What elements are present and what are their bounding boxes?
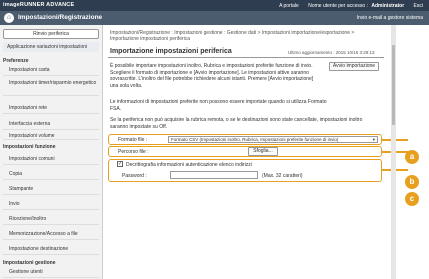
main-scrollbar[interactable] — [391, 25, 396, 279]
sidebar-item-destination[interactable]: Impostazione destinazione — [3, 244, 99, 255]
decrypt-checkbox[interactable]: ✓ — [117, 161, 123, 167]
user-name: Administrator — [371, 3, 405, 9]
email-admin-link[interactable]: Invio e-mail a gestore sistema — [357, 15, 423, 21]
top-bar: imageRUNNER ADVANCE A portale Nome utent… — [0, 0, 429, 11]
decrypt-label: Decrittografia informazioni autenticazio… — [126, 162, 252, 168]
file-format-value: Formato CSV (Impostazioni inoltro, Rubri… — [171, 137, 339, 142]
home-icon[interactable]: ⌂ — [4, 13, 14, 23]
sidebar-item-network[interactable]: Impostazioni rete — [3, 103, 99, 114]
password-label: Password : — [122, 173, 147, 179]
scrollbar-thumb[interactable] — [392, 45, 395, 125]
last-update-text: Ultimo aggiornamento : 2015 10/16 3:29:1… — [288, 50, 375, 55]
top-nav: A portale Nome utente per accesso : Admi… — [271, 3, 423, 9]
callout-b: b — [405, 175, 419, 189]
portal-link[interactable]: A portale — [279, 3, 299, 9]
description-text: È possibile importare impostazioni inolt… — [110, 63, 314, 89]
file-format-select[interactable]: Formato CSV (Impostazioni inoltro, Rubri… — [168, 136, 378, 143]
sidebar-item-timer[interactable]: Impostazioni timer/risparmio energetico — [3, 76, 99, 96]
sidebar-section-functions: Impostazioni funzione — [3, 144, 56, 150]
sidebar-item-user-management[interactable]: Gestione utenti — [3, 267, 99, 278]
sidebar-item-receive-forward[interactable]: Ricezione/Inoltro — [3, 214, 99, 225]
title-bar: ⌂ Impostazioni/Registrazione Invio e-mai… — [0, 11, 429, 25]
start-import-button[interactable]: Avvio importazione — [329, 62, 379, 71]
callout-c: c — [405, 192, 419, 206]
sidebar-item-volume[interactable]: Impostazioni volume — [3, 132, 99, 140]
page-title: Importazione impostazioni periferica — [110, 48, 232, 55]
sidebar: Rinvio periferica Applicazione variazion… — [0, 25, 103, 279]
sidebar-item-send[interactable]: Invio — [3, 199, 99, 210]
breadcrumb: Impostazioni/Registrazione : Impostazion… — [110, 30, 355, 42]
logout-link[interactable]: Esci — [414, 3, 423, 9]
sidebar-section-preferences: Preferenze — [3, 58, 29, 64]
back-to-device-button[interactable]: Rinvio periferica — [3, 29, 99, 39]
description-forward-note: Se la periferica non può acquisire la ru… — [110, 117, 363, 130]
callout-a: a — [405, 150, 419, 164]
brand-logo: imageRUNNER ADVANCE — [3, 2, 75, 8]
sidebar-item-store-access-files[interactable]: Memorizzazione/Accesso a file — [3, 229, 99, 240]
sidebar-item-paper[interactable]: Impostazioni carta — [3, 65, 99, 76]
user-name-label: Nome utente per accesso : — [308, 3, 368, 9]
sidebar-item-common[interactable]: Impostazioni comuni — [3, 154, 99, 165]
sidebar-section-management: Impostazioni gestione — [3, 260, 56, 266]
file-format-label: Formato file : — [118, 137, 148, 143]
sidebar-item-copy[interactable]: Copia — [3, 169, 99, 180]
password-input[interactable] — [170, 171, 258, 179]
file-path-label: Percorso file : — [118, 149, 149, 155]
callout-box-b — [108, 146, 382, 157]
apply-settings-link[interactable]: Applicazione variazioni impostazioni — [3, 42, 99, 52]
page-header-title: Impostazioni/Registrazione — [18, 14, 103, 21]
title-divider — [108, 57, 384, 58]
browse-button[interactable]: Sfoglia... — [248, 147, 278, 156]
password-hint: (Max. 32 caratteri) — [262, 173, 303, 179]
sidebar-item-external-interface[interactable]: Interfaccia esterna — [3, 119, 99, 130]
chevron-down-icon: ▾ — [372, 137, 375, 142]
description-fsa-note: Le informazioni di impostazioni preferit… — [110, 99, 327, 112]
sidebar-item-printer[interactable]: Stampante — [3, 184, 99, 195]
